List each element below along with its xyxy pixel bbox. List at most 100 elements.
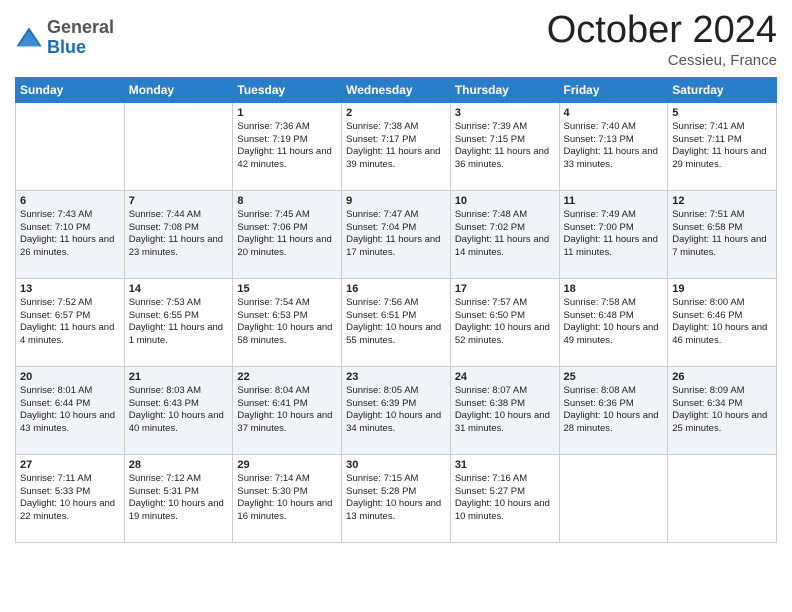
day-number: 2 — [346, 107, 446, 119]
day-info: Sunrise: 8:04 AMSunset: 6:41 PMDaylight:… — [237, 385, 337, 436]
day-cell: 22 Sunrise: 8:04 AMSunset: 6:41 PMDayligh… — [233, 366, 342, 454]
day-number: 5 — [672, 107, 772, 119]
col-sunday: Sunday — [16, 77, 125, 102]
day-number: 8 — [237, 195, 337, 207]
day-info: Sunrise: 7:15 AMSunset: 5:28 PMDaylight:… — [346, 473, 446, 524]
day-cell: 29 Sunrise: 7:14 AMSunset: 5:30 PMDayligh… — [233, 454, 342, 542]
day-number: 6 — [20, 195, 120, 207]
day-number: 19 — [672, 283, 772, 295]
col-saturday: Saturday — [668, 77, 777, 102]
col-tuesday: Tuesday — [233, 77, 342, 102]
day-cell: 21 Sunrise: 8:03 AMSunset: 6:43 PMDayligh… — [124, 366, 233, 454]
day-info: Sunrise: 7:54 AMSunset: 6:53 PMDaylight:… — [237, 297, 337, 348]
logo-blue: Blue — [47, 38, 114, 58]
day-info: Sunrise: 8:07 AMSunset: 6:38 PMDaylight:… — [455, 385, 555, 436]
week-row-3: 13 Sunrise: 7:52 AMSunset: 6:57 PMDayligh… — [16, 278, 777, 366]
day-info: Sunrise: 7:51 AMSunset: 6:58 PMDaylight:… — [672, 209, 772, 260]
day-cell: 20 Sunrise: 8:01 AMSunset: 6:44 PMDayligh… — [16, 366, 125, 454]
day-number: 20 — [20, 371, 120, 383]
day-cell: 30 Sunrise: 7:15 AMSunset: 5:28 PMDayligh… — [342, 454, 451, 542]
col-wednesday: Wednesday — [342, 77, 451, 102]
day-cell: 6 Sunrise: 7:43 AMSunset: 7:10 PMDaylight… — [16, 190, 125, 278]
day-cell: 8 Sunrise: 7:45 AMSunset: 7:06 PMDaylight… — [233, 190, 342, 278]
day-cell: 28Sunrise: 7:12 AMSunset: 5:31 PMDayligh… — [124, 454, 233, 542]
day-number: 9 — [346, 195, 446, 207]
location: Cessieu, France — [547, 52, 777, 69]
logo: General Blue — [15, 18, 114, 58]
day-cell: 17Sunrise: 7:57 AMSunset: 6:50 PMDayligh… — [450, 278, 559, 366]
day-cell: 11 Sunrise: 7:49 AMSunset: 7:00 PMDayligh… — [559, 190, 668, 278]
day-number: 15 — [237, 283, 337, 295]
day-info: Sunrise: 7:58 AMSunset: 6:48 PMDaylight:… — [564, 297, 664, 348]
week-row-2: 6 Sunrise: 7:43 AMSunset: 7:10 PMDaylight… — [16, 190, 777, 278]
day-cell — [124, 102, 233, 190]
day-cell: 4 Sunrise: 7:40 AMSunset: 7:13 PMDaylight… — [559, 102, 668, 190]
day-number: 25 — [564, 371, 664, 383]
day-info: Sunrise: 8:01 AMSunset: 6:44 PMDaylight:… — [20, 385, 120, 436]
day-info: Sunrise: 7:14 AMSunset: 5:30 PMDaylight:… — [237, 473, 337, 524]
day-info: Sunrise: 7:36 AMSunset: 7:19 PMDaylight:… — [237, 121, 337, 172]
day-info: Sunrise: 8:03 AMSunset: 6:43 PMDaylight:… — [129, 385, 229, 436]
day-cell: 5 Sunrise: 7:41 AMSunset: 7:11 PMDaylight… — [668, 102, 777, 190]
day-number: 12 — [672, 195, 772, 207]
day-info: Sunrise: 7:44 AMSunset: 7:08 PMDaylight:… — [129, 209, 229, 260]
day-cell: 13 Sunrise: 7:52 AMSunset: 6:57 PMDayligh… — [16, 278, 125, 366]
day-number: 13 — [20, 283, 120, 295]
day-cell: 25 Sunrise: 8:08 AMSunset: 6:36 PMDayligh… — [559, 366, 668, 454]
day-info: Sunrise: 7:45 AMSunset: 7:06 PMDaylight:… — [237, 209, 337, 260]
calendar-container: General Blue October 2024 Cessieu, Franc… — [0, 0, 792, 558]
day-info: Sunrise: 7:40 AMSunset: 7:13 PMDaylight:… — [564, 121, 664, 172]
day-cell: 7 Sunrise: 7:44 AMSunset: 7:08 PMDaylight… — [124, 190, 233, 278]
logo-text: General Blue — [47, 18, 114, 58]
day-info: Sunrise: 7:11 AMSunset: 5:33 PMDaylight:… — [20, 473, 120, 524]
day-info: Sunrise: 7:39 AMSunset: 7:15 PMDaylight:… — [455, 121, 555, 172]
day-cell — [16, 102, 125, 190]
day-cell — [559, 454, 668, 542]
day-cell: 2 Sunrise: 7:38 AMSunset: 7:17 PMDaylight… — [342, 102, 451, 190]
day-info: Sunrise: 7:52 AMSunset: 6:57 PMDaylight:… — [20, 297, 120, 348]
week-row-4: 20 Sunrise: 8:01 AMSunset: 6:44 PMDayligh… — [16, 366, 777, 454]
day-number: 4 — [564, 107, 664, 119]
day-info: Sunrise: 7:53 AMSunset: 6:55 PMDaylight:… — [129, 297, 229, 348]
day-info: Sunrise: 7:49 AMSunset: 7:00 PMDaylight:… — [564, 209, 664, 260]
day-cell: 10Sunrise: 7:48 AMSunset: 7:02 PMDayligh… — [450, 190, 559, 278]
day-cell: 24Sunrise: 8:07 AMSunset: 6:38 PMDayligh… — [450, 366, 559, 454]
day-number: 11 — [564, 195, 664, 207]
day-cell: 15 Sunrise: 7:54 AMSunset: 6:53 PMDayligh… — [233, 278, 342, 366]
day-number: 23 — [346, 371, 446, 383]
day-number: 22 — [237, 371, 337, 383]
day-info: Sunrise: 7:41 AMSunset: 7:11 PMDaylight:… — [672, 121, 772, 172]
day-number: 30 — [346, 459, 446, 471]
logo-general: General — [47, 18, 114, 38]
day-cell: 9 Sunrise: 7:47 AMSunset: 7:04 PMDaylight… — [342, 190, 451, 278]
day-number: 1 — [237, 107, 337, 119]
day-info: Sunrise: 7:12 AMSunset: 5:31 PMDaylight:… — [129, 473, 229, 524]
day-number: 17 — [455, 283, 555, 295]
day-cell: 1 Sunrise: 7:36 AMSunset: 7:19 PMDaylight… — [233, 102, 342, 190]
col-monday: Monday — [124, 77, 233, 102]
day-number: 16 — [346, 283, 446, 295]
day-cell: 31Sunrise: 7:16 AMSunset: 5:27 PMDayligh… — [450, 454, 559, 542]
day-cell: 3Sunrise: 7:39 AMSunset: 7:15 PMDaylight… — [450, 102, 559, 190]
day-cell: 14Sunrise: 7:53 AMSunset: 6:55 PMDayligh… — [124, 278, 233, 366]
day-number: 26 — [672, 371, 772, 383]
day-number: 10 — [455, 195, 555, 207]
day-cell: 19Sunrise: 8:00 AMSunset: 6:46 PMDayligh… — [668, 278, 777, 366]
col-thursday: Thursday — [450, 77, 559, 102]
day-info: Sunrise: 7:56 AMSunset: 6:51 PMDaylight:… — [346, 297, 446, 348]
day-number: 7 — [129, 195, 229, 207]
day-info: Sunrise: 8:08 AMSunset: 6:36 PMDaylight:… — [564, 385, 664, 436]
header-row: Sunday Monday Tuesday Wednesday Thursday… — [16, 77, 777, 102]
day-cell: 18Sunrise: 7:58 AMSunset: 6:48 PMDayligh… — [559, 278, 668, 366]
day-number: 29 — [237, 459, 337, 471]
day-info: Sunrise: 7:38 AMSunset: 7:17 PMDaylight:… — [346, 121, 446, 172]
col-friday: Friday — [559, 77, 668, 102]
day-number: 21 — [129, 371, 229, 383]
week-row-5: 27Sunrise: 7:11 AMSunset: 5:33 PMDayligh… — [16, 454, 777, 542]
day-info: Sunrise: 7:43 AMSunset: 7:10 PMDaylight:… — [20, 209, 120, 260]
header: General Blue October 2024 Cessieu, Franc… — [15, 10, 777, 69]
title-block: October 2024 Cessieu, France — [547, 10, 777, 69]
week-row-1: 1 Sunrise: 7:36 AMSunset: 7:19 PMDaylight… — [16, 102, 777, 190]
logo-icon — [15, 24, 43, 52]
day-info: Sunrise: 7:47 AMSunset: 7:04 PMDaylight:… — [346, 209, 446, 260]
